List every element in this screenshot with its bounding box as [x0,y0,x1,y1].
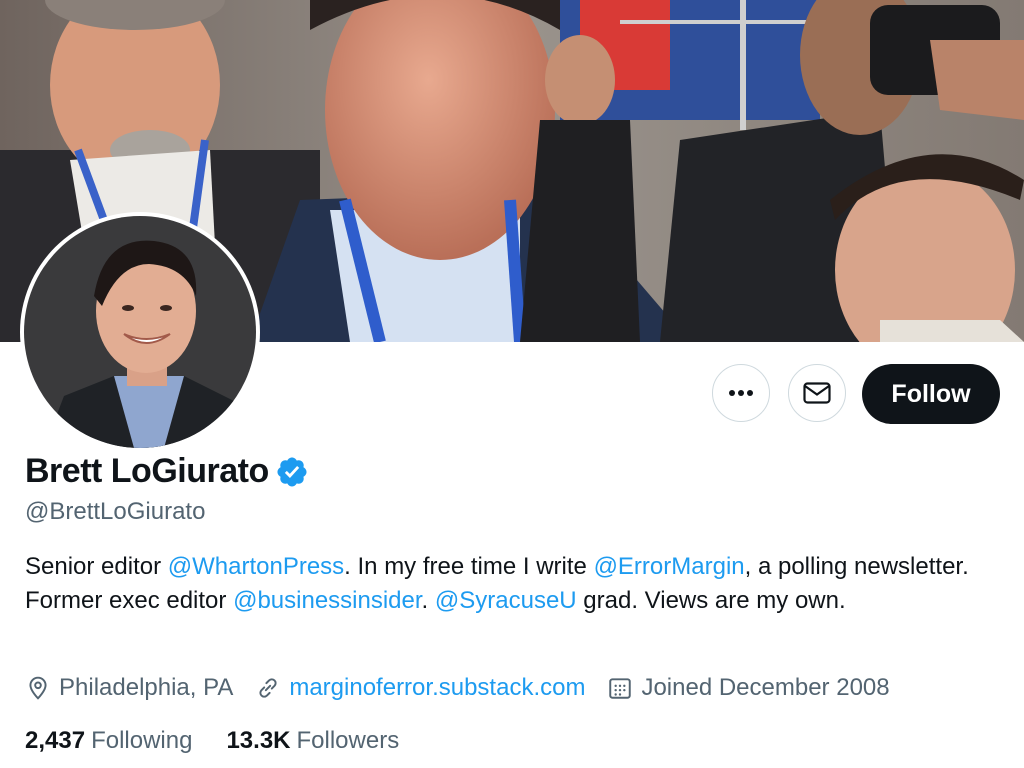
profile-bio: Senior editor @WhartonPress. In my free … [25,550,985,618]
mention-link-errormargin[interactable]: @ErrorMargin [594,553,745,580]
bio-text: grad. Views are my own. [576,587,846,614]
location-text: Philadelphia, PA [59,674,234,701]
following-link[interactable]: 2,437 Following [25,727,192,755]
mention-link-businessinsider[interactable]: @businessinsider [233,587,421,614]
followers-link[interactable]: 13.3K Followers [226,727,399,755]
more-horizontal-icon [729,390,753,396]
following-count: 2,437 [25,727,86,754]
envelope-icon [803,382,831,404]
joined-text: Joined December 2008 [641,674,890,701]
message-button[interactable] [788,364,846,422]
website-item: marginoferror.substack.com [255,674,585,702]
more-options-button[interactable] [712,364,770,422]
avatar-photo [24,216,256,448]
calendar-icon [609,678,632,699]
link-icon [259,678,277,698]
mention-link-whartonpress[interactable]: @WhartonPress [168,553,344,580]
joined-item: Joined December 2008 [607,674,890,702]
followers-count: 13.3K [226,727,291,754]
bio-text: . [421,587,435,614]
verified-badge-icon[interactable] [275,455,309,489]
profile-meta: Philadelphia, PA marginoferror.substack.… [25,674,912,702]
display-name: Brett LoGiurato [25,452,269,490]
bio-text: . In my free time I write [344,553,594,580]
profile-name-row: Brett LoGiurato [25,452,309,491]
follow-button[interactable]: Follow [862,364,1000,424]
mention-link-syracuseu[interactable]: @SyracuseU [435,587,577,614]
profile-handle: @BrettLoGiurato [25,498,206,525]
website-link[interactable]: marginoferror.substack.com [289,674,585,702]
followers-label: Followers [296,727,400,754]
location-item: Philadelphia, PA [25,674,233,702]
avatar[interactable] [20,212,260,452]
following-label: Following [91,727,193,754]
follow-counts: 2,437 Following 13.3K Followers [25,727,433,755]
location-pin-icon [29,676,47,700]
bio-text: Senior editor [25,553,168,580]
